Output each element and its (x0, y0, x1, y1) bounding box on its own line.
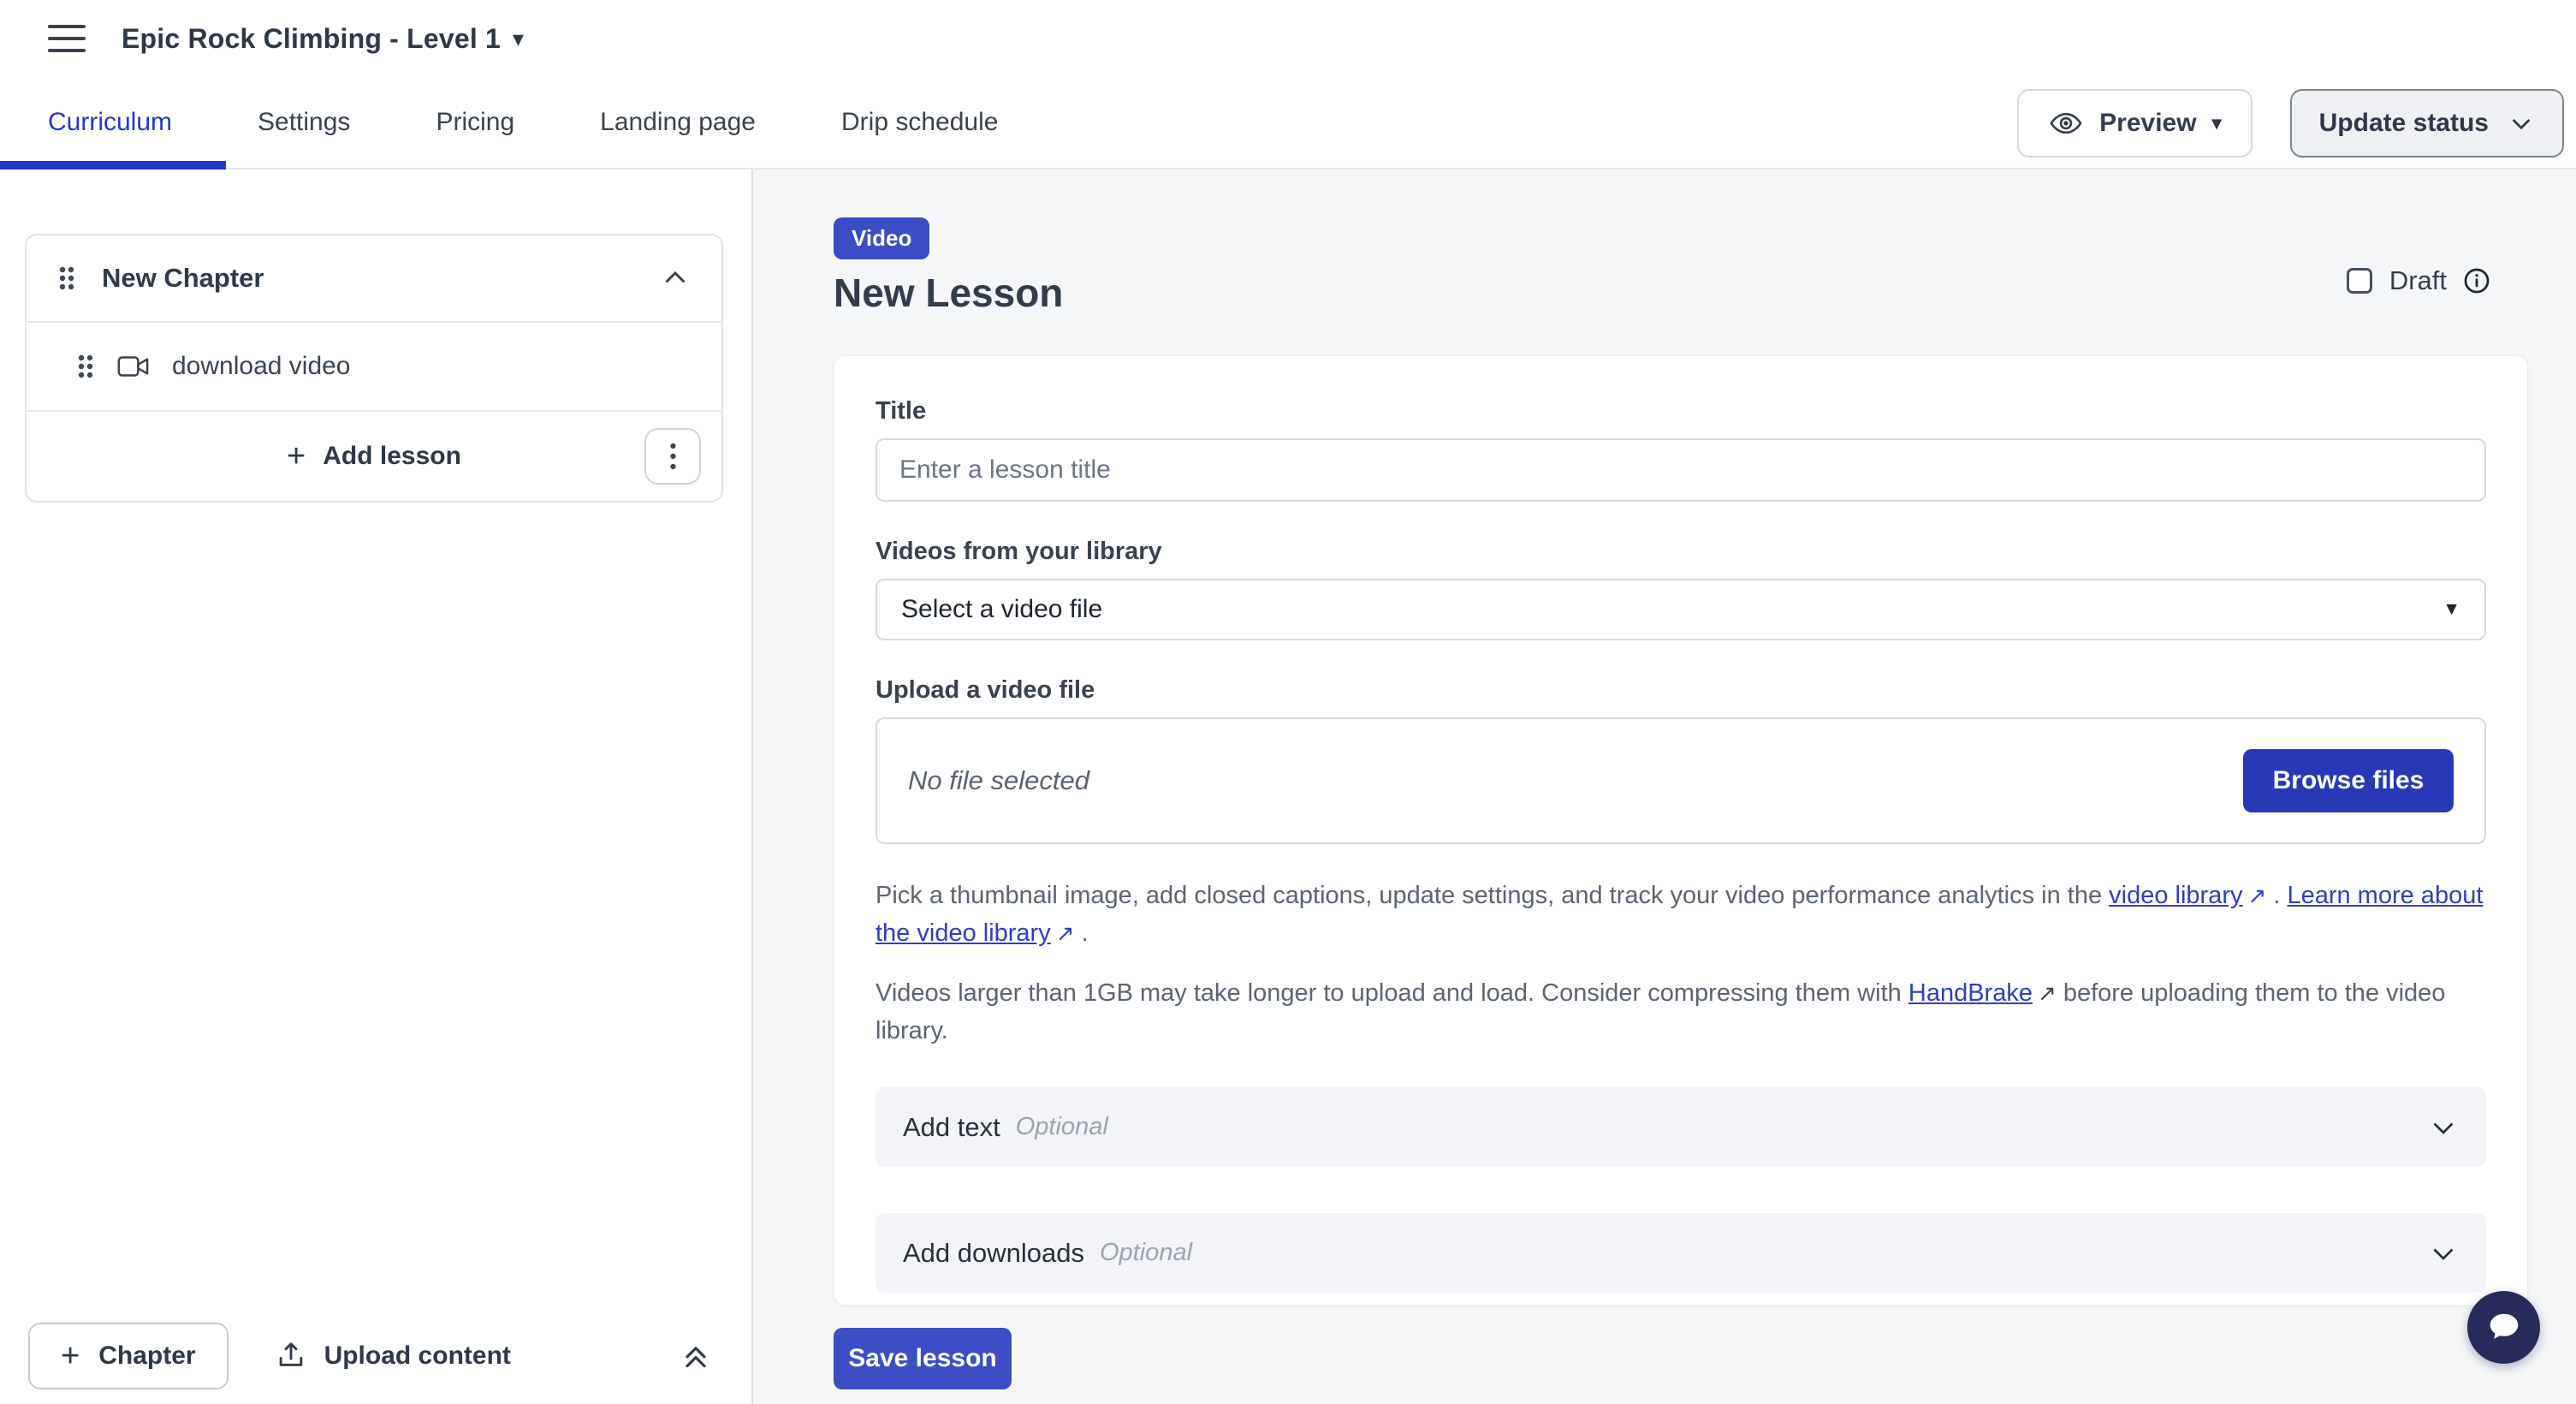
add-downloads-expander[interactable]: Add downloads Optional (875, 1213, 2486, 1293)
chapter-footer: + Add lesson (27, 412, 721, 501)
add-downloads-optional: Optional (1100, 1239, 2428, 1267)
lesson-item[interactable]: download video (27, 323, 721, 412)
upload-content-button[interactable]: Upload content (275, 1340, 511, 1372)
kebab-menu-icon (669, 441, 677, 472)
plus-icon: + (61, 1340, 80, 1372)
chevron-down-icon (2428, 1112, 2459, 1143)
chapter-title: New Chapter (102, 263, 660, 294)
app-header: Epic Rock Climbing - Level 1 ▾ Curriculu… (0, 0, 2576, 170)
plus-icon: + (287, 440, 306, 473)
external-link-icon: ↗ (2033, 974, 2057, 1012)
tab-pricing[interactable]: Pricing (436, 108, 514, 137)
course-title[interactable]: Epic Rock Climbing - Level 1 (122, 23, 501, 55)
chevron-down-icon (2508, 110, 2535, 137)
tab-landing-page[interactable]: Landing page (600, 108, 756, 137)
help-text-segment: . (1075, 919, 1089, 947)
lesson-form-card: Title Videos from your library Select a … (834, 355, 2528, 1306)
topbar: Epic Rock Climbing - Level 1 ▾ (0, 0, 2576, 77)
tab-settings[interactable]: Settings (258, 108, 350, 137)
collapse-all-icon[interactable] (679, 1339, 713, 1373)
help-text-segment: Videos larger than 1GB may take longer t… (875, 979, 1908, 1007)
header-actions: Preview ▾ Update status (2017, 89, 2564, 158)
tab-drip-schedule[interactable]: Drip schedule (841, 108, 998, 137)
title-field-label: Title (875, 397, 2486, 425)
file-size-help-text: Videos larger than 1GB may take longer t… (875, 974, 2486, 1050)
external-link-icon: ↗ (1051, 914, 1075, 952)
video-library-help-text: Pick a thumbnail image, add closed capti… (875, 877, 2486, 952)
curriculum-sidebar: New Chapter (0, 170, 753, 1404)
save-lesson-button[interactable]: Save lesson (834, 1328, 1012, 1389)
lesson-title: download video (172, 352, 351, 381)
help-text-segment: Pick a thumbnail image, add closed capti… (875, 882, 2109, 909)
upload-content-label: Upload content (324, 1342, 511, 1371)
drag-handle-icon[interactable] (76, 352, 95, 381)
library-field-label: Videos from your library (875, 538, 2486, 566)
help-text-segment: . (2266, 882, 2287, 909)
info-icon[interactable] (2462, 266, 2491, 295)
add-lesson-label: Add lesson (323, 442, 461, 471)
chevron-up-icon[interactable] (660, 263, 691, 294)
chat-bubble-icon (2484, 1308, 2524, 1347)
upload-field-label: Upload a video file (875, 676, 2486, 705)
page-title: New Lesson (834, 270, 2529, 316)
video-camera-icon (117, 354, 151, 379)
sidebar-footer: + Chapter Upload content (0, 1308, 751, 1404)
select-caret-icon: ▼ (2442, 599, 2460, 620)
lesson-header: Video New Lesson Draft (834, 170, 2529, 316)
preview-button[interactable]: Preview ▾ (2017, 89, 2252, 158)
chat-widget-button[interactable] (2467, 1291, 2540, 1364)
add-downloads-label: Add downloads (903, 1238, 1084, 1269)
hamburger-menu-icon[interactable] (48, 25, 86, 52)
add-lesson-button[interactable]: + Add lesson (287, 440, 461, 473)
drag-handle-icon[interactable] (57, 264, 76, 293)
update-status-button[interactable]: Update status (2290, 89, 2564, 158)
chapter-menu-button[interactable] (644, 428, 701, 485)
lesson-type-badge: Video (834, 217, 929, 259)
add-text-label: Add text (903, 1112, 1000, 1143)
upload-icon (275, 1340, 307, 1372)
handbrake-link[interactable]: HandBrake (1908, 979, 2033, 1007)
course-title-caret-icon[interactable]: ▾ (513, 26, 524, 52)
browse-files-button[interactable]: Browse files (2243, 749, 2454, 812)
no-file-text: No file selected (908, 765, 2243, 796)
preview-button-label: Preview (2099, 109, 2196, 138)
add-text-expander[interactable]: Add text Optional (875, 1087, 2486, 1167)
video-library-select-value: Select a video file (901, 595, 2442, 624)
lesson-title-input[interactable] (875, 438, 2486, 502)
add-chapter-label: Chapter (98, 1342, 195, 1371)
chapter-card: New Chapter (25, 234, 723, 503)
tab-curriculum[interactable]: Curriculum (48, 108, 172, 137)
video-library-select[interactable]: Select a video file ▼ (875, 579, 2486, 640)
add-text-optional: Optional (1016, 1113, 2428, 1141)
video-library-link[interactable]: video library↗ (2109, 882, 2266, 909)
file-upload-dropzone[interactable]: No file selected Browse files (875, 717, 2486, 844)
lesson-editor: Video New Lesson Draft Title Videos from… (753, 170, 2576, 1404)
active-tab-underline (0, 161, 226, 170)
add-chapter-button[interactable]: + Chapter (28, 1323, 229, 1389)
external-link-icon: ↗ (2242, 877, 2266, 914)
update-status-label: Update status (2319, 109, 2489, 138)
preview-caret-icon: ▾ (2212, 112, 2222, 134)
chapter-header[interactable]: New Chapter (27, 235, 721, 323)
draft-toggle-group: Draft (2347, 265, 2491, 296)
draft-label: Draft (2389, 265, 2447, 296)
draft-checkbox[interactable] (2347, 268, 2372, 294)
tab-bar: Curriculum Settings Pricing Landing page… (0, 77, 2576, 170)
eye-icon (2048, 105, 2084, 141)
chevron-down-icon (2428, 1238, 2459, 1269)
